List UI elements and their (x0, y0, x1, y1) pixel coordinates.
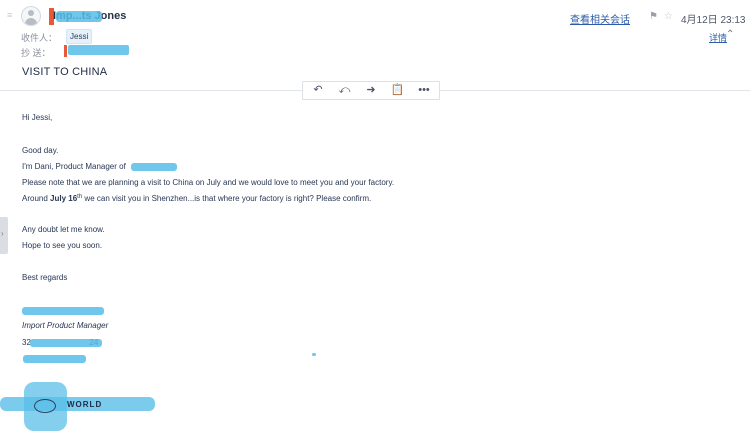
hope-line: Hope to see you soon. (22, 241, 103, 250)
recipient-chip[interactable]: Jessi (66, 29, 93, 44)
logo-mark (34, 399, 56, 413)
sender-blur-overlay (56, 11, 102, 22)
date-line: Around July 16th we can visit you in She… (22, 194, 371, 203)
around-prefix: Around (22, 194, 48, 203)
flag-icon[interactable]: ⚑ (649, 11, 661, 22)
clipboard-button[interactable]: 📋 (386, 83, 410, 98)
cc-blur-overlay (68, 45, 129, 55)
signature-extra-blur (23, 355, 86, 363)
good-day-line: Good day. (22, 146, 59, 155)
phone-blur-overlay (30, 339, 102, 347)
more-button[interactable]: ••• (412, 83, 436, 98)
reply-button[interactable]: ↶ (306, 83, 330, 98)
cc-redaction-mark (64, 45, 67, 57)
left-panel-toggle[interactable]: › (0, 217, 8, 254)
reply-all-button[interactable]: ⤺ (333, 83, 357, 98)
visit-date: July 16 (50, 194, 78, 203)
company-blur-overlay (131, 163, 177, 171)
date-suffix: th (77, 194, 83, 200)
mail-status-icon: ≡ (7, 10, 13, 20)
chevron-right-icon: › (1, 229, 4, 238)
logo-wordmark: WORLD (67, 400, 103, 409)
forward-icon: ➜ (366, 84, 376, 96)
cc-label: 抄 送： (21, 48, 51, 58)
email-subject: VISIT TO CHINA (22, 66, 108, 78)
related-conversations-link[interactable]: 查看相关会话 (570, 11, 630, 26)
reply-all-icon: ⤺ (338, 84, 351, 96)
avatar[interactable] (21, 6, 41, 26)
chevron-up-icon[interactable]: ⌃ (726, 30, 736, 40)
recipient-label: 收件人： (21, 33, 58, 43)
doubt-line: Any doubt let me know. (22, 225, 105, 234)
greeting-line: Hi Jessi, (22, 113, 53, 122)
forward-button[interactable]: ➜ (359, 83, 383, 98)
avatar-body (25, 18, 37, 25)
email-header: ≡ Imp...ts Jones 查看相关会话 ⚑ ☆ 4月12日 23:13 … (0, 0, 750, 64)
intro-text: I'm Dani, Product Manager of (22, 162, 126, 171)
stray-dot-blur (312, 353, 316, 356)
details-link[interactable]: 详情 (709, 31, 727, 44)
star-icon[interactable]: ☆ (664, 11, 674, 22)
clipboard-icon: 📋 (390, 84, 405, 96)
intro-line: I'm Dani, Product Manager of (22, 162, 126, 171)
signature-name-blur (22, 307, 104, 315)
more-icon: ••• (418, 84, 430, 96)
reply-icon: ↶ (313, 84, 323, 96)
avatar-head (28, 10, 34, 16)
signature-title: Import Product Manager (22, 321, 109, 330)
email-datetime: 4月12日 23:13 (681, 15, 746, 26)
regards-line: Best regards (22, 273, 68, 282)
plan-line: Please note that we are planning a visit… (22, 178, 395, 187)
signature-logo: WORLD (0, 382, 155, 432)
date-line-text: we can visit you in Shenzhen...is that w… (84, 194, 372, 203)
email-toolbar: ↶ ⤺ ➜ 📋 ••• (302, 81, 440, 100)
